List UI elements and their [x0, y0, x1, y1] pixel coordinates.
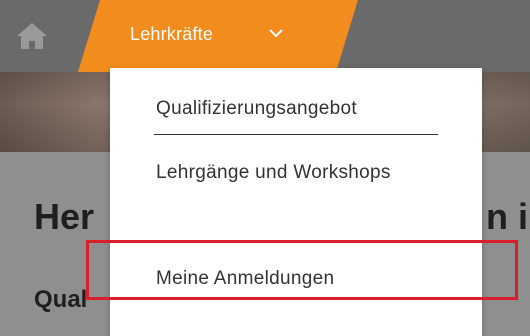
menu-item-qualifizierungsangebot[interactable]: Qualifizierungsangebot — [156, 90, 357, 128]
nav-tab-lehrkraefte[interactable]: Lehrkräfte — [78, 0, 358, 72]
chevron-down-icon — [269, 29, 283, 38]
tab-background — [78, 0, 358, 72]
top-navbar: Lehrkräfte — [0, 0, 530, 72]
page-heading-right: n i — [486, 196, 528, 237]
lehrkraefte-dropdown-menu: Qualifizierungsangebot Lehrgänge und Wor… — [110, 68, 482, 336]
menu-item-meine-anmeldungen[interactable]: Meine Anmeldungen — [156, 260, 334, 298]
nav-tab-label: Lehrkräfte — [130, 24, 214, 44]
home-icon — [17, 23, 47, 49]
page-subheading-left: Qual — [34, 286, 88, 313]
page-heading-left: Her — [34, 196, 95, 237]
menu-divider — [154, 134, 438, 135]
home-button[interactable] — [10, 16, 54, 56]
menu-item-lehrgaenge-workshops[interactable]: Lehrgänge und Workshops — [156, 154, 416, 192]
